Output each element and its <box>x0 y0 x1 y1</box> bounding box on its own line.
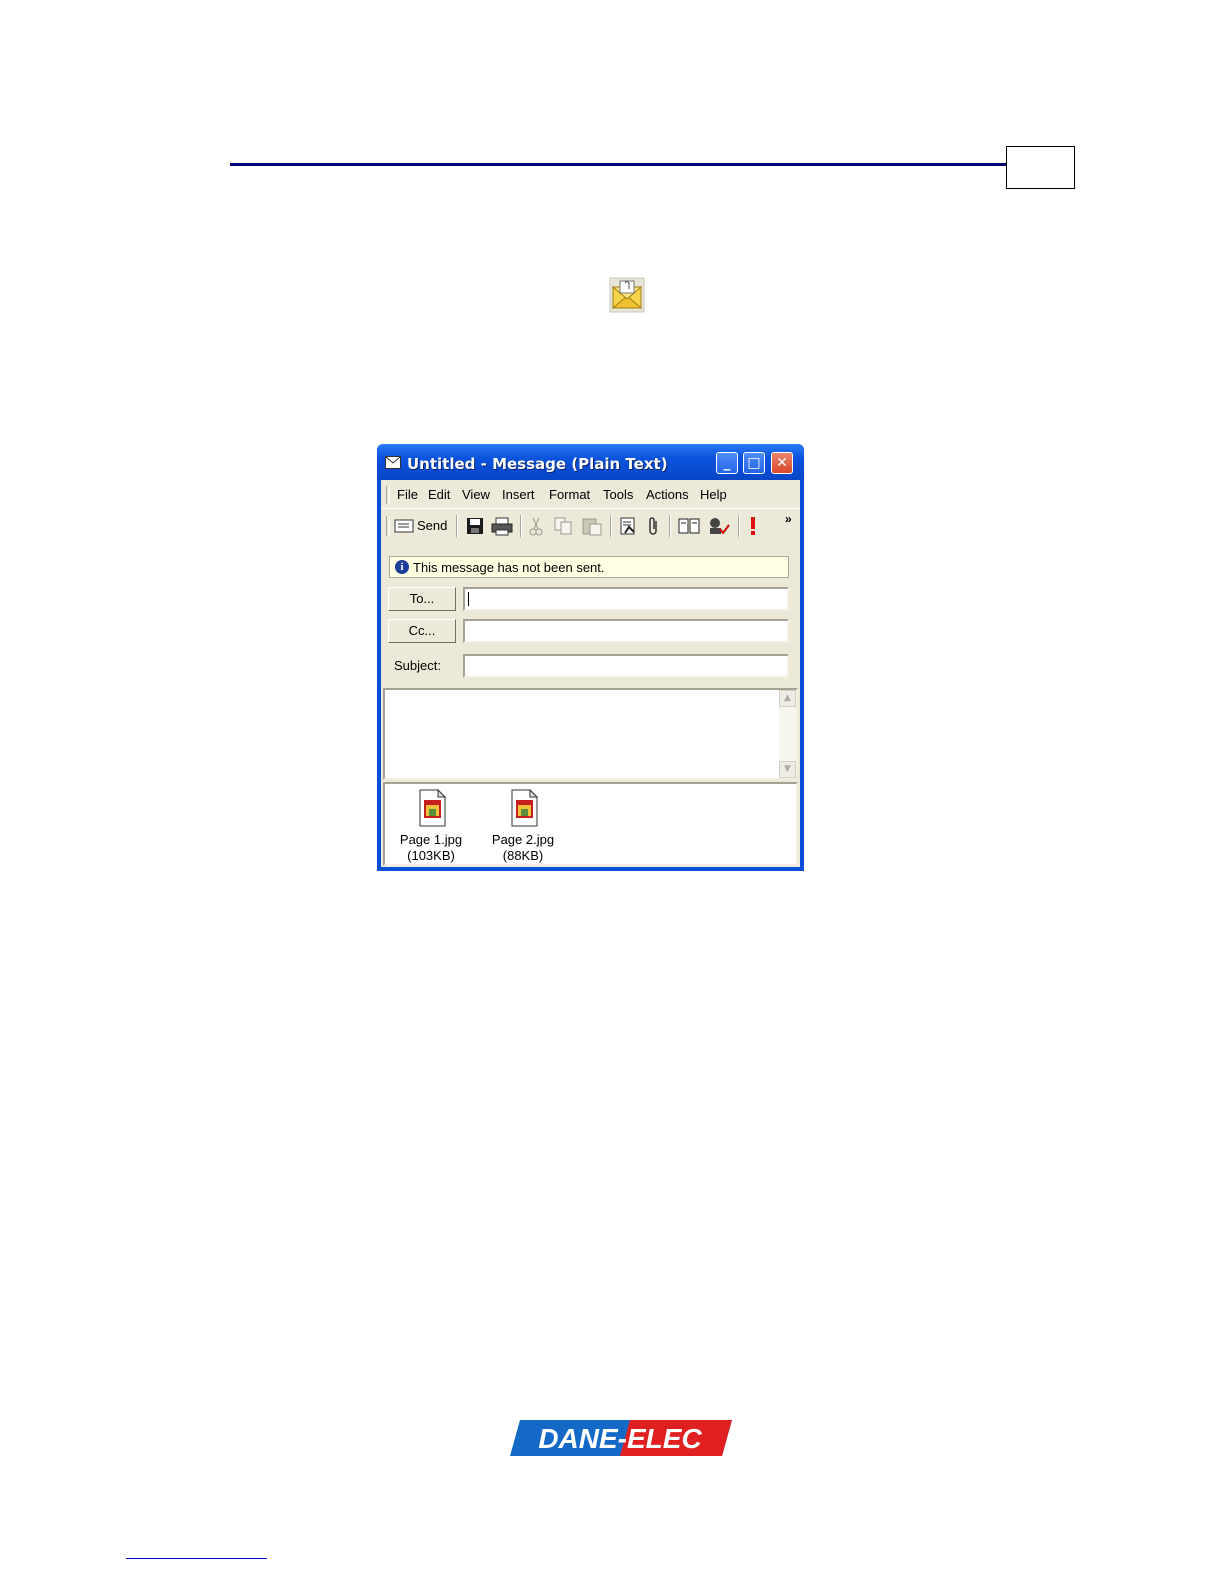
title-bar[interactable]: Untitled - Message (Plain Text) _ □ ✕ <box>377 444 804 480</box>
save-icon[interactable] <box>465 516 485 536</box>
logo-text: DANE-ELEC <box>538 1423 702 1454</box>
subject-label: Subject: <box>394 658 441 673</box>
toolbar-separator <box>610 515 612 537</box>
cc-field[interactable] <box>463 619 789 643</box>
menu-help[interactable]: Help <box>700 487 727 502</box>
mail-icon <box>385 456 401 469</box>
cut-icon[interactable] <box>528 516 544 536</box>
message-window: Untitled - Message (Plain Text) _ □ ✕ Fi… <box>377 444 804 871</box>
attachments-pane: Page 1.jpg (103KB) Page 2.jpg (88KB) <box>383 782 798 866</box>
info-bar: i This message has not been sent. <box>389 556 789 578</box>
menu-edit[interactable]: Edit <box>428 487 450 502</box>
check-names-icon[interactable] <box>707 516 731 536</box>
maximize-button[interactable]: □ <box>743 452 765 474</box>
toolbar: Send » <box>381 508 800 543</box>
send-icon <box>394 519 414 533</box>
cc-button[interactable]: Cc... <box>388 619 456 643</box>
menu-bar: File Edit View Insert Format Tools Actio… <box>381 480 800 508</box>
to-field[interactable] <box>463 587 789 611</box>
new-mail-envelope-icon <box>609 277 645 313</box>
send-button[interactable]: Send <box>394 516 450 536</box>
attachment-size: (88KB) <box>502 848 544 863</box>
menu-actions[interactable]: Actions <box>646 487 689 502</box>
address-book-check-icon[interactable] <box>618 516 638 536</box>
attachment-name: Page 1.jpg <box>399 832 463 847</box>
close-button[interactable]: ✕ <box>771 452 793 474</box>
image-file-icon <box>511 788 539 827</box>
window-title: Untitled - Message (Plain Text) <box>407 455 668 473</box>
info-text: This message has not been sent. <box>413 560 605 575</box>
copy-icon[interactable] <box>553 516 573 536</box>
menu-grip[interactable] <box>386 486 390 504</box>
menu-insert[interactable]: Insert <box>502 487 535 502</box>
print-icon[interactable] <box>491 516 513 536</box>
toolbar-separator <box>520 515 522 537</box>
send-label: Send <box>417 518 448 533</box>
menu-file[interactable]: File <box>397 487 418 502</box>
menu-tools[interactable]: Tools <box>603 487 633 502</box>
toolbar-grip[interactable] <box>386 516 390 536</box>
menu-format[interactable]: Format <box>549 487 590 502</box>
address-book-icon[interactable] <box>678 516 700 536</box>
info-icon: i <box>395 560 409 574</box>
minimize-button[interactable]: _ <box>716 452 738 474</box>
toolbar-separator <box>669 515 671 537</box>
subject-field[interactable] <box>463 654 789 678</box>
scroll-up-arrow-icon[interactable]: ▲ <box>779 690 796 707</box>
scroll-down-arrow-icon[interactable]: ▼ <box>779 761 796 778</box>
importance-high-icon[interactable] <box>749 516 757 536</box>
header-rule <box>230 163 1007 166</box>
toolbar-overflow-button[interactable]: » <box>785 512 792 532</box>
to-button[interactable]: To... <box>388 587 456 611</box>
message-body[interactable]: ▲ ▼ <box>383 688 798 780</box>
attachment-page2[interactable]: Page 2.jpg (88KB) <box>478 788 568 864</box>
attachment-page1[interactable]: Page 1.jpg (103KB) <box>386 788 476 864</box>
paste-icon[interactable] <box>581 516 603 536</box>
menu-view[interactable]: View <box>462 487 490 502</box>
body-scrollbar[interactable]: ▲ ▼ <box>779 690 796 778</box>
page-number-box <box>1006 146 1075 189</box>
footer-rule <box>126 1558 267 1559</box>
toolbar-separator <box>738 515 740 537</box>
window-client: File Edit View Insert Format Tools Actio… <box>381 480 800 867</box>
dane-elec-logo: DANE-ELEC <box>510 1420 732 1456</box>
attachment-size: (103KB) <box>407 848 455 863</box>
attach-paperclip-icon[interactable] <box>647 516 661 536</box>
text-caret <box>468 592 469 606</box>
attachment-name: Page 2.jpg <box>491 832 555 847</box>
toolbar-separator <box>456 515 458 537</box>
image-file-icon <box>419 788 447 827</box>
